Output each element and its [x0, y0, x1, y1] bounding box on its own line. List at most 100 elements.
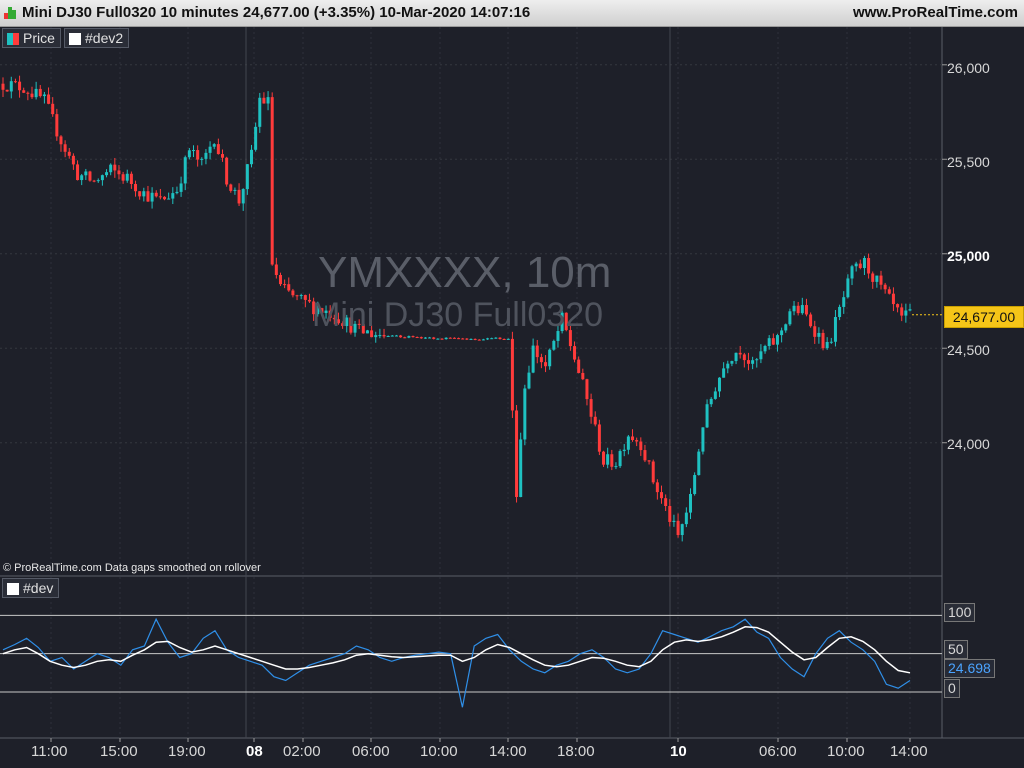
candle-body	[287, 284, 291, 291]
candle-body	[154, 192, 158, 197]
candle-body	[610, 454, 614, 467]
candle-body	[465, 338, 469, 340]
candle-body	[399, 335, 403, 338]
candle-body	[510, 338, 514, 411]
candle-body	[187, 150, 191, 158]
candle-body	[535, 345, 539, 358]
candle-body	[30, 93, 34, 98]
candle-body	[531, 345, 535, 373]
candle-body	[742, 354, 746, 361]
candle-body	[299, 295, 303, 297]
candle-body	[606, 454, 610, 465]
candle-body	[175, 191, 179, 194]
candle-body	[672, 520, 676, 522]
candle-body	[900, 307, 904, 316]
time-axis-label: 10:00	[827, 743, 865, 760]
candle-body	[394, 335, 398, 337]
legend-price[interactable]: Price	[2, 28, 61, 48]
candle-body	[303, 295, 307, 300]
candle-body	[212, 144, 216, 147]
candle-body	[896, 304, 900, 308]
candle-body	[5, 89, 9, 92]
candle-body	[84, 171, 88, 176]
candle-body	[734, 352, 738, 362]
candle-body	[713, 391, 717, 399]
candle-body	[709, 398, 713, 405]
candle-body	[755, 359, 759, 361]
candle-body	[158, 196, 162, 198]
candle-body	[270, 97, 274, 265]
candle-body	[738, 352, 742, 355]
candle-body	[614, 466, 618, 468]
candle-body	[200, 158, 204, 160]
osc-level-100: 100	[944, 603, 976, 622]
candle-body	[705, 404, 709, 428]
candle-body	[809, 314, 813, 327]
candle-body	[846, 278, 850, 298]
candle-body	[179, 183, 183, 192]
candle-body	[167, 198, 171, 200]
candle-body	[784, 324, 788, 331]
candle-body	[117, 170, 121, 175]
candle-body	[452, 337, 456, 339]
candle-body	[134, 184, 138, 192]
legend-dev[interactable]: #dev	[2, 578, 60, 598]
candle-body	[295, 295, 299, 297]
candle-body	[631, 436, 635, 441]
osc-fast-line	[2, 617, 911, 708]
price-axis-label: 25,500	[947, 154, 990, 170]
osc-level-0: 0	[944, 679, 960, 698]
candle-body	[415, 337, 419, 339]
legend-dev2[interactable]: #dev2	[64, 28, 130, 48]
candle-body	[821, 332, 825, 349]
candle-body	[626, 436, 630, 450]
candle-body	[92, 180, 96, 182]
candle-body	[622, 449, 626, 452]
candle-body	[552, 340, 556, 350]
watermark-name: Mini DJ30 Full0320	[312, 296, 604, 334]
time-axis-label: 18:00	[557, 743, 595, 760]
candle-body	[490, 338, 494, 340]
candle-body	[647, 460, 651, 462]
candle-body	[88, 171, 92, 181]
candle-body	[477, 339, 481, 341]
candle-body	[440, 338, 444, 340]
candle-body	[96, 180, 100, 182]
candle-body	[229, 184, 233, 191]
candle-body	[221, 154, 225, 158]
candle-body	[9, 81, 13, 92]
candle-body	[171, 193, 175, 199]
price-chart-canvas[interactable]	[0, 0, 1024, 768]
candle-body	[241, 189, 245, 204]
candle-body	[428, 337, 432, 339]
candle-body	[125, 173, 129, 181]
candle-body	[245, 164, 249, 190]
dev2-swatch-icon	[69, 33, 81, 45]
candle-body	[100, 175, 104, 181]
candle-body	[436, 338, 440, 340]
candle-body	[34, 88, 38, 98]
candle-body	[688, 493, 692, 513]
candle-body	[833, 317, 837, 342]
candle-body	[722, 368, 726, 378]
candle-body	[862, 258, 866, 269]
candle-body	[233, 189, 237, 191]
candle-body	[192, 150, 196, 152]
time-axis-label: 06:00	[352, 743, 390, 760]
candle-body	[486, 338, 490, 340]
candle-body	[813, 326, 817, 337]
candle-body	[643, 450, 647, 461]
candle-body	[854, 263, 858, 267]
time-axis-label: 06:00	[759, 743, 797, 760]
candle-body	[274, 264, 278, 275]
osc-slow-line	[2, 626, 911, 674]
candle-body	[792, 305, 796, 312]
candle-body	[469, 338, 473, 340]
candle-body	[378, 335, 382, 337]
candle-body	[577, 359, 581, 373]
candle-body	[581, 372, 585, 380]
candle-body	[80, 175, 84, 181]
osc-current-value: 24.698	[944, 659, 995, 678]
candle-body	[386, 335, 390, 337]
candle-body	[237, 189, 241, 204]
